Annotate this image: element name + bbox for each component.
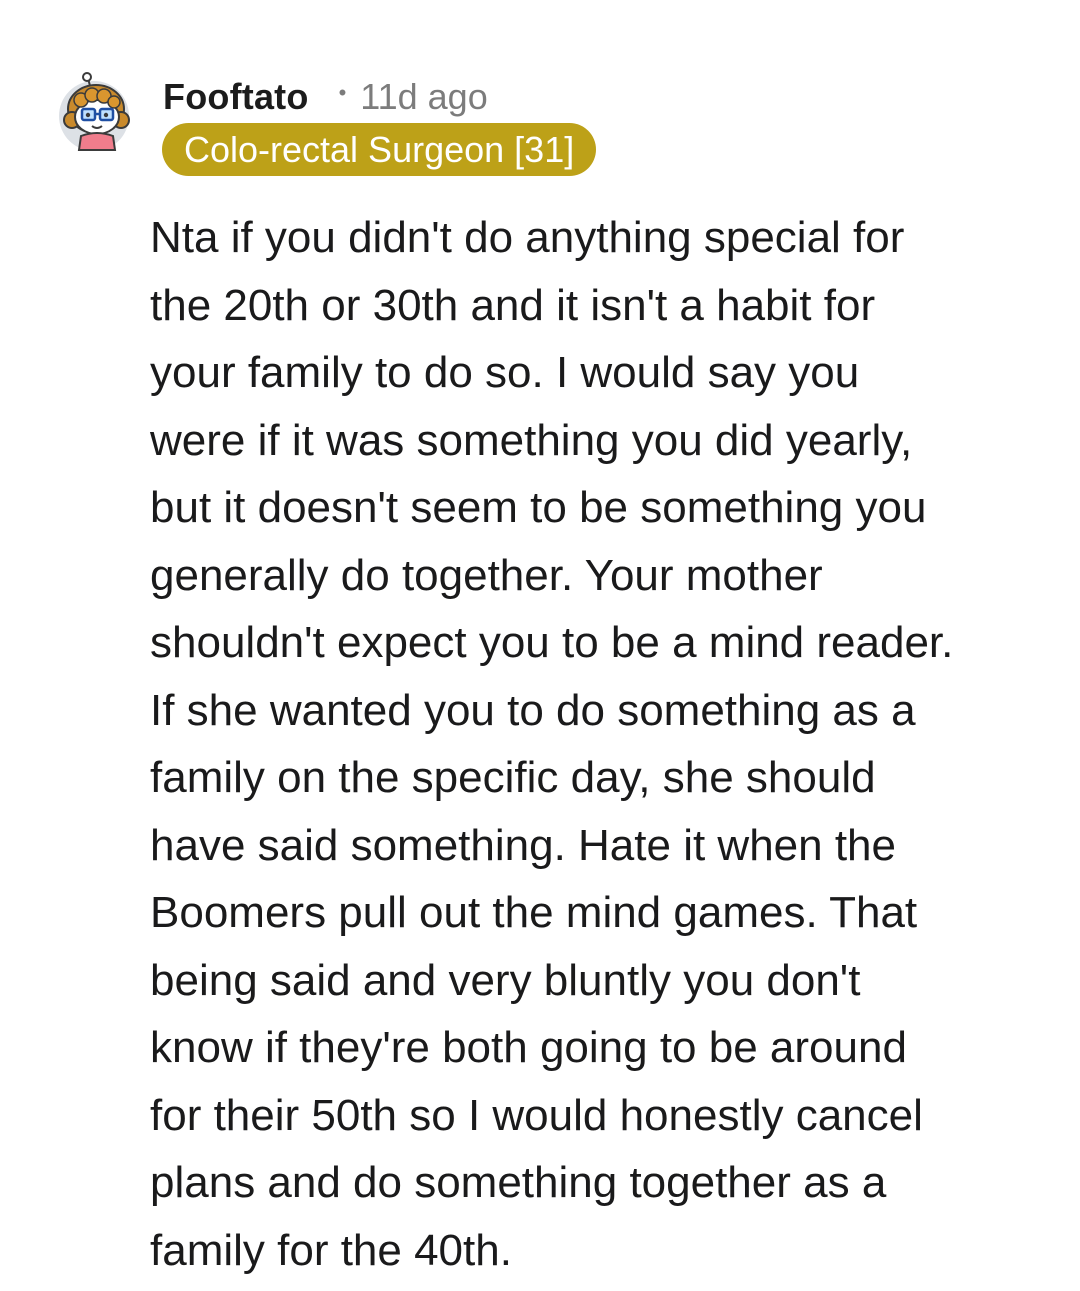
comment-body-line: know if they're both going to be around <box>150 1023 907 1072</box>
comment-body-line: Boomers pull out the mind games. That <box>150 888 918 937</box>
user-avatar[interactable] <box>57 70 135 154</box>
comment-body-line: for their 50th so I would honestly cance… <box>150 1090 923 1140</box>
comment-timestamp: 11d ago <box>360 76 488 117</box>
comment-body-line: shouldn't expect you to be a mind reader… <box>150 618 954 667</box>
user-flair: Colo-rectal Surgeon [31] <box>162 123 597 176</box>
comment-body-line: but it doesn't seem to be something you <box>150 483 927 532</box>
separator-dot: • <box>338 80 347 105</box>
comment-body-line: family on the specific day, she should <box>150 753 876 802</box>
comment-body-line: plans and do something together as a <box>150 1158 887 1207</box>
comment-body-line: If she wanted you to do something as a <box>150 685 916 735</box>
comment-body-line: Nta if you didn't do anything special fo… <box>150 213 905 262</box>
comment-header: Fooftato • 11d ago <box>163 72 488 122</box>
comment-body: Nta if you didn't do anything special fo… <box>150 204 1030 1284</box>
comment-body-line: being said and very bluntly you don't <box>150 955 861 1005</box>
comment-body-line: family for the 40th. <box>150 1225 512 1275</box>
comment-body-line: generally do together. Your mother <box>150 550 823 600</box>
snoo-avatar-icon <box>59 72 130 151</box>
comment-body-line: were if it was something you did yearly, <box>150 415 913 465</box>
comment-body-line: have said something. Hate it when the <box>150 820 897 870</box>
comment-body-line: the 20th or 30th and it isn't a habit fo… <box>150 280 876 330</box>
comment: Fooftato • 11d ago Colo-rectal Surgeon [… <box>0 0 1080 1291</box>
username-link[interactable]: Fooftato <box>163 76 309 118</box>
comment-body-line: your family to do so. I would say you <box>150 348 860 397</box>
